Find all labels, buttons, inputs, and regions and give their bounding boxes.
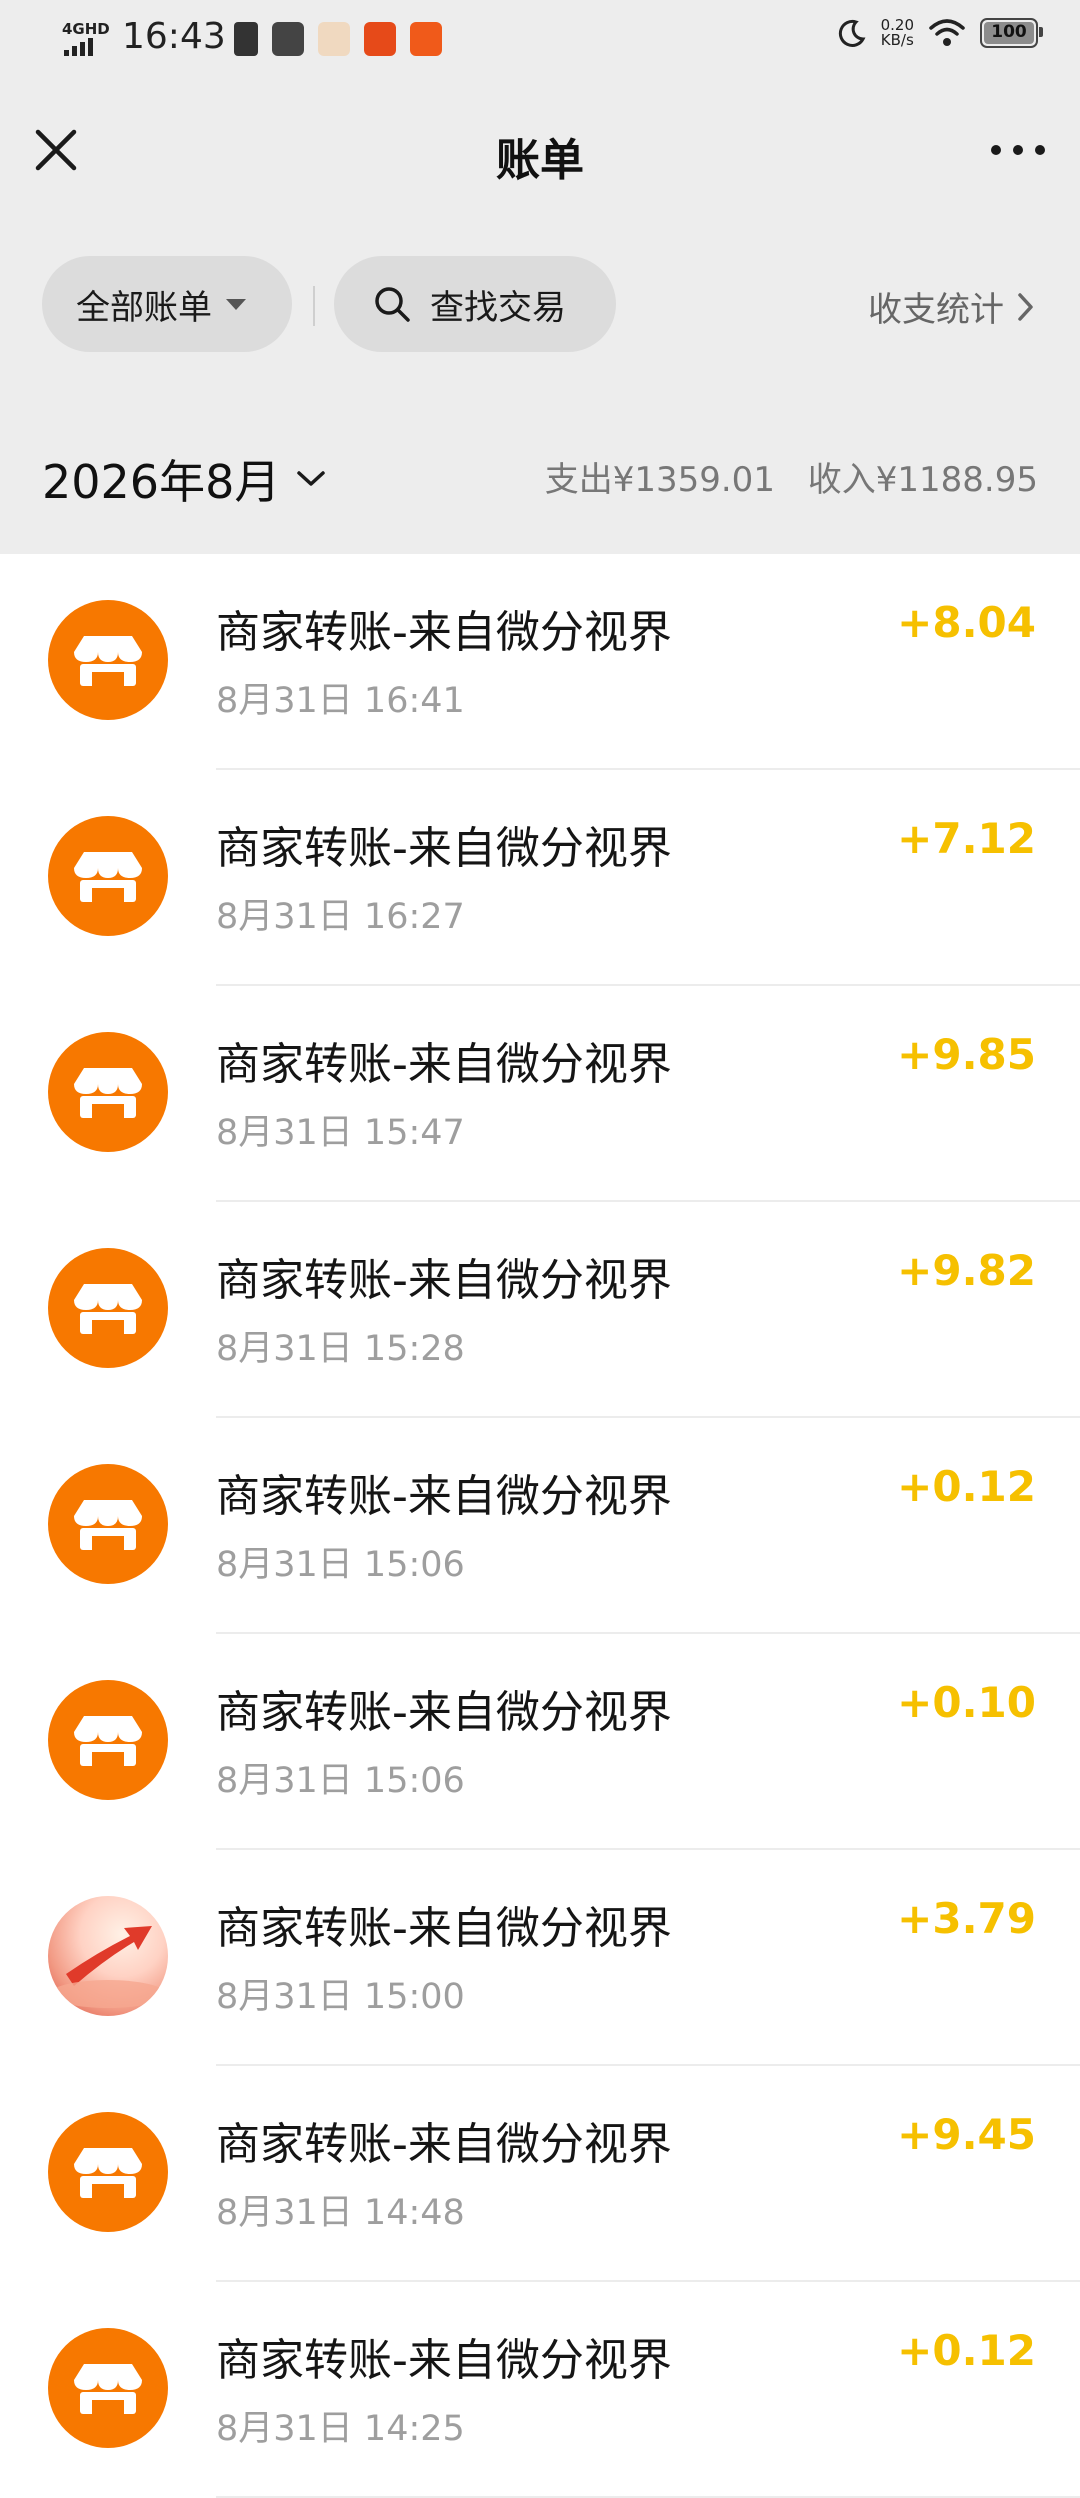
all-bills-filter-button[interactable]: 全部账单 <box>42 256 292 352</box>
transaction-row[interactable]: 商家转账-来自微分视界 8月31日 15:06 +0.12 <box>0 1418 1080 1634</box>
merchant-store-avatar <box>48 600 168 720</box>
store-icon <box>74 852 142 902</box>
app-notification-icon <box>410 22 442 56</box>
transaction-title: 商家转账-来自微分视界 <box>216 607 672 658</box>
transaction-time: 8月31日 15:06 <box>216 1761 465 1801</box>
battery-percent: 100 <box>991 22 1027 42</box>
store-icon <box>74 1716 142 1766</box>
income-expense-stats-link[interactable]: 收支统计 <box>868 282 1036 331</box>
transaction-amount: +3.79 <box>897 1894 1036 1943</box>
chevron-right-icon <box>1018 292 1033 321</box>
expense-total: 支出¥1359.01 <box>544 460 775 500</box>
transaction-time: 8月31日 14:25 <box>216 2409 465 2449</box>
month-label: 2026年8月 <box>42 455 281 509</box>
signal-icon <box>64 38 93 56</box>
transaction-row[interactable]: 商家转账-来自微分视界 8月31日 15:28 +9.82 <box>0 1202 1080 1418</box>
clipboard-check-icon <box>234 22 258 56</box>
transaction-time: 8月31日 14:48 <box>216 2193 465 2233</box>
month-selector[interactable]: 2026年8月 <box>42 446 326 512</box>
status-right: 0.20 KB/s 100 <box>837 18 1043 48</box>
transaction-row[interactable]: 商家转账-来自微分视界 8月31日 15:06 +0.10 <box>0 1634 1080 1850</box>
dropdown-caret-icon <box>226 298 246 310</box>
merchant-store-avatar <box>48 1032 168 1152</box>
store-icon <box>74 1068 142 1118</box>
status-bar: 4GHD 16:43 0.20 KB/s 100 <box>0 0 1080 84</box>
transaction-time: 8月31日 15:28 <box>216 1329 465 1369</box>
transaction-row[interactable]: 商家转账-来自微分视界 8月31日 15:47 +9.85 <box>0 986 1080 1202</box>
search-icon <box>375 287 410 322</box>
wifi-icon <box>929 19 965 46</box>
page-title: 账单 <box>496 135 584 186</box>
transaction-row[interactable]: 商家转账-来自微分视界 8月31日 14:48 +9.45 <box>0 2066 1080 2282</box>
transaction-list: 商家转账-来自微分视界 8月31日 16:41 +8.04 商家转账-来自微分视界 8… <box>0 554 1080 2498</box>
transaction-title: 商家转账-来自微分视界 <box>216 1255 672 1306</box>
merchant-store-avatar <box>48 1248 168 1368</box>
store-icon <box>74 636 142 686</box>
search-label: 查找交易 <box>430 287 566 328</box>
transaction-amount: +9.82 <box>897 1246 1036 1295</box>
transaction-title: 商家转账-来自微分视界 <box>216 1687 672 1738</box>
merchant-store-avatar <box>48 816 168 936</box>
stats-label: 收支统计 <box>868 290 1004 330</box>
notification-icons <box>234 22 442 56</box>
transaction-time: 8月31日 15:00 <box>216 1977 465 2017</box>
transaction-row[interactable]: 商家转账-来自微分视界 8月31日 15:00 +3.79 <box>0 1850 1080 2066</box>
transaction-title: 商家转账-来自微分视界 <box>216 1471 672 1522</box>
filter-divider <box>313 286 315 326</box>
app-notification-icon <box>318 22 350 56</box>
transaction-amount: +0.10 <box>897 1678 1036 1727</box>
transaction-title: 商家转账-来自微分视界 <box>216 1039 672 1090</box>
merchant-store-avatar <box>48 1680 168 1800</box>
merchant-store-avatar <box>48 2112 168 2232</box>
store-icon <box>74 1500 142 1550</box>
store-icon <box>74 2148 142 2198</box>
app-notification-icon <box>364 22 396 56</box>
all-bills-label: 全部账单 <box>76 287 212 328</box>
transaction-amount: +9.45 <box>897 2110 1036 2159</box>
transaction-row[interactable]: 商家转账-来自微分视界 8月31日 16:41 +8.04 <box>0 554 1080 770</box>
battery-indicator: 100 <box>980 18 1043 48</box>
speed-unit: KB/s <box>880 31 914 49</box>
transaction-time: 8月31日 15:06 <box>216 1545 465 1585</box>
app-notification-icon <box>272 22 304 56</box>
month-summary-bar: 2026年8月 支出¥1359.01 收入¥1188.95 <box>0 400 1080 554</box>
chevron-down-icon <box>297 471 326 486</box>
month-totals: 支出¥1359.01 收入¥1188.95 <box>545 452 1038 501</box>
transaction-amount: +7.12 <box>897 814 1036 863</box>
store-icon <box>74 1284 142 1334</box>
merchant-store-avatar <box>48 1464 168 1584</box>
more-options-icon[interactable] <box>986 126 1050 174</box>
transaction-row[interactable]: 商家转账-来自微分视界 8月31日 16:27 +7.12 <box>0 770 1080 986</box>
signal-indicator: 4GHD <box>62 20 110 60</box>
moon-icon <box>838 19 866 47</box>
transaction-time: 8月31日 16:41 <box>216 681 465 721</box>
merchant-store-avatar <box>48 2328 168 2448</box>
transaction-amount: +0.12 <box>897 1462 1036 1511</box>
transaction-time: 8月31日 15:47 <box>216 1113 465 1153</box>
transaction-time: 8月31日 16:27 <box>216 897 465 937</box>
transaction-amount: +8.04 <box>897 598 1036 647</box>
transaction-title: 商家转账-来自微分视界 <box>216 2335 672 2386</box>
store-icon <box>74 2364 142 2414</box>
transaction-title: 商家转账-来自微分视界 <box>216 2119 672 2170</box>
transaction-title: 商家转账-来自微分视界 <box>216 823 672 874</box>
network-speed: 0.20 KB/s <box>881 18 914 48</box>
transaction-amount: +9.85 <box>897 1030 1036 1079</box>
income-total: 收入¥1188.95 <box>807 460 1038 500</box>
merchant-photo-avatar <box>48 1896 168 2016</box>
search-transactions-button[interactable]: 查找交易 <box>334 256 616 352</box>
clock: 16:43 <box>122 16 226 57</box>
transaction-row[interactable]: 商家转账-来自微分视界 8月31日 14:25 +0.12 <box>0 2282 1080 2498</box>
transaction-amount: +0.12 <box>897 2326 1036 2375</box>
header-area: 4GHD 16:43 0.20 KB/s 100 账单 全部账单 查找交易 收支… <box>0 0 1080 400</box>
navigation-bar: 账单 <box>0 100 1080 200</box>
red-arrow-image <box>50 1926 166 2008</box>
filter-bar: 全部账单 查找交易 收支统计 <box>0 256 1080 356</box>
transaction-title: 商家转账-来自微分视界 <box>216 1903 672 1954</box>
